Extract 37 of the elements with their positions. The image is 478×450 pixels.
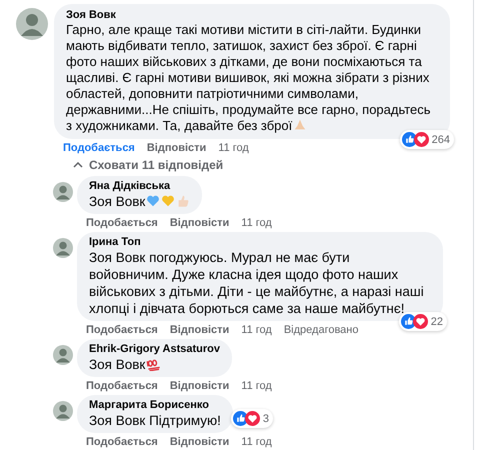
like-link[interactable]: Подобається [86, 323, 158, 337]
comment-text: Зоя Вовк [89, 194, 190, 209]
like-link[interactable]: Подобається [86, 435, 158, 449]
avatar[interactable] [53, 401, 73, 421]
author-name[interactable]: Зоя Вовк [66, 9, 438, 22]
timestamp[interactable]: 11 год [241, 379, 272, 393]
reply-link[interactable]: Відповісти [170, 216, 230, 230]
avatar[interactable] [53, 238, 73, 258]
thumbs-up-icon [176, 194, 190, 208]
hide-replies-link[interactable]: Сховати 11 відповідей [73, 158, 473, 172]
author-name[interactable]: Маргарита Борисенко [89, 399, 221, 412]
reactions-badge[interactable]: 264 [400, 130, 454, 149]
comment-text: Зоя Вовк [89, 357, 160, 372]
timestamp[interactable]: 11 год [241, 216, 272, 230]
avatar[interactable] [53, 345, 73, 365]
caret-icon [73, 162, 83, 168]
timestamp[interactable]: 11 год [241, 323, 272, 337]
author-name[interactable]: Яна Дідківська [89, 180, 190, 193]
hundred-points-icon [146, 357, 160, 371]
comment-text: Зоя Вовк Підтримую! [89, 413, 221, 428]
reply-link[interactable]: Відповісти [170, 323, 230, 337]
author-name[interactable]: Ірина Топ [89, 236, 431, 249]
timestamp[interactable]: 11 год [241, 435, 272, 449]
reactions-badge[interactable]: 22 [398, 312, 447, 331]
reply-link[interactable]: Відповісти [146, 141, 206, 155]
reply-link[interactable]: Відповісти [170, 435, 230, 449]
like-link[interactable]: Подобається [63, 141, 135, 155]
like-link[interactable]: Подобається [86, 379, 158, 393]
edited-label[interactable]: Відредаговано [284, 323, 358, 337]
author-name[interactable]: Ehrik-Grigory Astsaturov [89, 343, 220, 356]
comment-text: Гарно, але краще такі мотиви містити в сіті-лайти. Будинки мають відбивати тепло, затишок, захист без зброї. Є гарні фото наших військових з дітками, де вони посміхаються та щасливі. Є гарні мотиви вишивок, які можна зібрати з різних областей, доповнити патріотичними символами, державними...Не спішіть, продумайте все гарно, порадьтесь з художниками. Та, давайте без зброї [66, 22, 431, 133]
like-link[interactable]: Подобається [86, 216, 158, 230]
timestamp[interactable]: 11 год [218, 141, 249, 155]
reactions-badge[interactable]: 3 [230, 409, 273, 428]
avatar[interactable] [53, 182, 73, 202]
avatar[interactable] [16, 8, 48, 40]
reply-link[interactable]: Відповісти [170, 379, 230, 393]
